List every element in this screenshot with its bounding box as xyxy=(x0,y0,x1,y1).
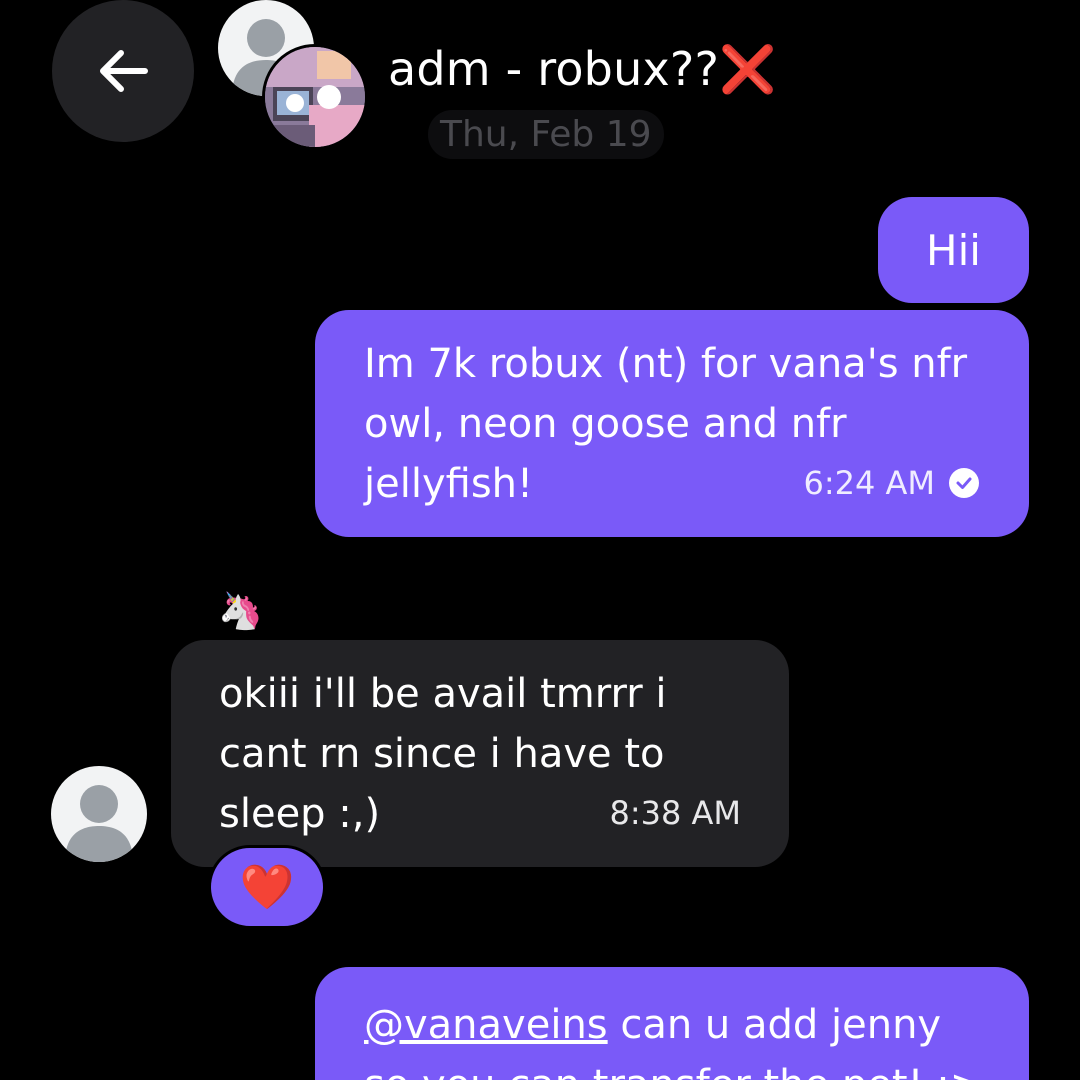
heart-reaction-emoji: ❤️ xyxy=(239,862,295,913)
sender-tag-emoji: 🦄 xyxy=(218,591,263,632)
check-circle-icon xyxy=(949,468,979,498)
group-avatar[interactable] xyxy=(218,0,368,150)
user-mention-link[interactable]: @vanaveins xyxy=(364,1002,608,1048)
date-separator: Thu, Feb 19 xyxy=(428,110,664,159)
message-time: 6:24 AM xyxy=(803,464,935,502)
message-bubble-outgoing[interactable]: @vanaveins can u add jenny so you can tr… xyxy=(315,967,1029,1080)
reaction-badge[interactable]: ❤️ xyxy=(208,845,326,929)
sender-avatar[interactable] xyxy=(51,766,147,862)
cross-mark-emoji: ❌ xyxy=(719,42,777,96)
message-meta: 6:24 AM xyxy=(803,453,979,513)
chat-screen: adm - robux??❌ Thu, Feb 19 Hii Im 7k rob… xyxy=(0,0,1080,1080)
message-bubble-outgoing[interactable]: Im 7k robux (nt) for vana's nfr owl, neo… xyxy=(315,310,1029,537)
message-bubble-incoming[interactable]: okiii i'll be avail tmrrr i cant rn sinc… xyxy=(171,640,789,867)
message-text: Hii xyxy=(926,226,981,275)
message-bubble-outgoing[interactable]: Hii xyxy=(878,197,1029,303)
back-button[interactable] xyxy=(52,0,194,142)
default-avatar-icon xyxy=(65,785,133,862)
chat-title-text: adm - robux?? xyxy=(388,42,720,96)
message-time: 8:38 AM xyxy=(609,794,741,832)
profile-photo-avatar xyxy=(262,44,368,150)
chat-title[interactable]: adm - robux??❌ xyxy=(388,42,777,97)
arrow-left-icon xyxy=(100,50,148,92)
